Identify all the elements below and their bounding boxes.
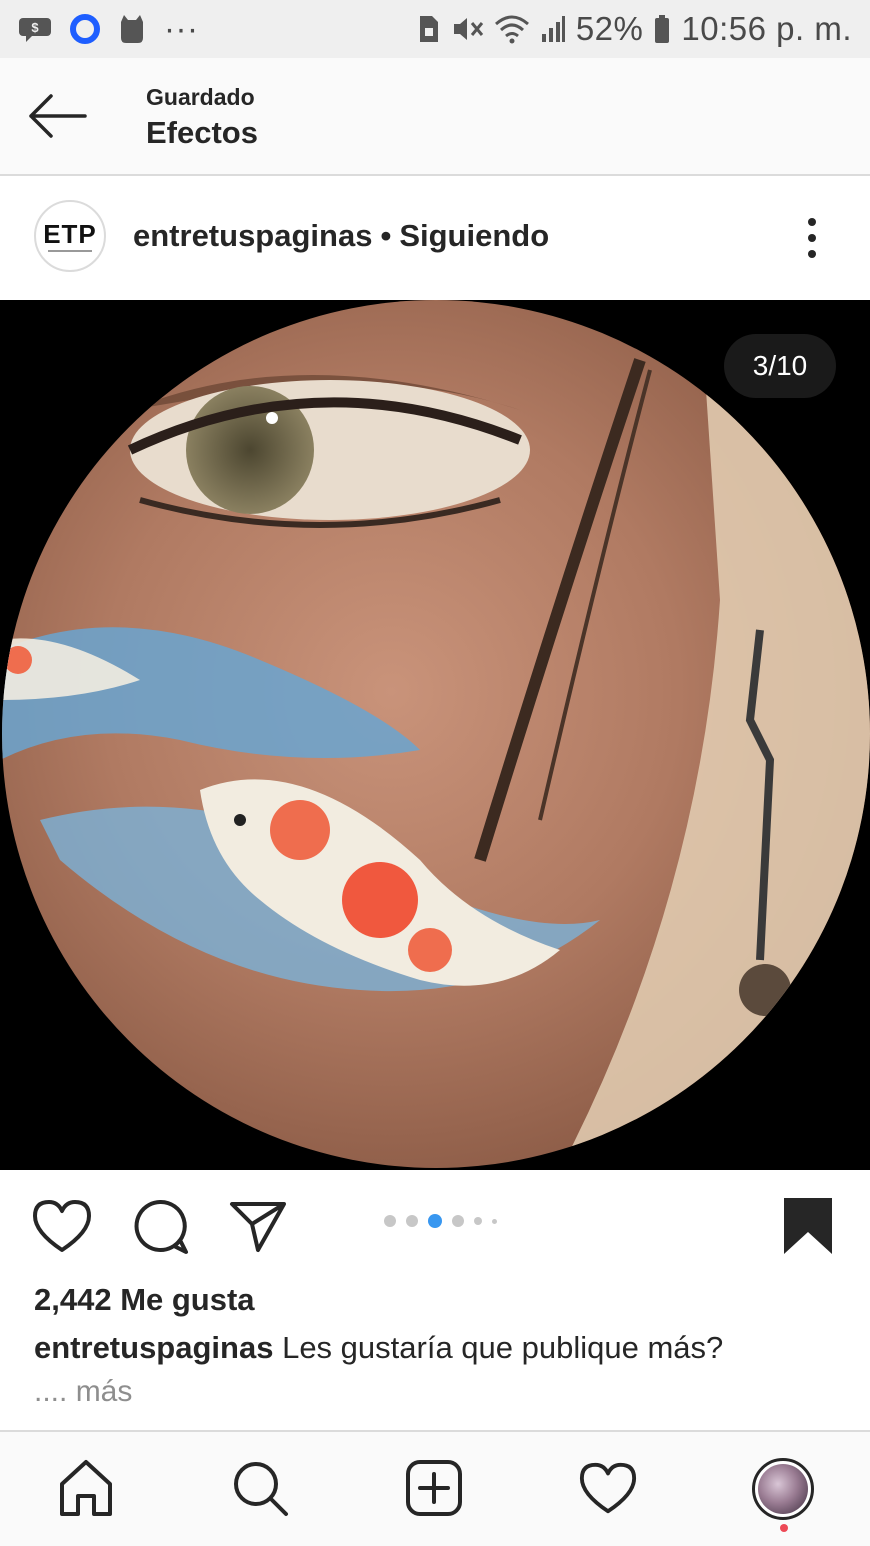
svg-text:$: $	[31, 20, 39, 35]
more-indicator: ···	[164, 10, 199, 47]
post-avatar[interactable]: ETP	[34, 200, 106, 272]
nav-add[interactable]	[402, 1456, 466, 1520]
nav-home[interactable]	[54, 1456, 118, 1520]
nav-profile-avatar[interactable]	[752, 1458, 814, 1520]
nav-activity[interactable]	[576, 1456, 640, 1520]
notification-dot	[780, 1524, 788, 1532]
heart-icon	[33, 1200, 91, 1252]
caption: entretuspaginas Les gustaría que publiqu…	[34, 1330, 723, 1366]
carousel-dots	[384, 1214, 497, 1228]
battery-percent: 52%	[575, 10, 644, 47]
more-prefix: ....	[34, 1375, 68, 1408]
post-username[interactable]: entretuspaginas	[133, 218, 372, 254]
wifi-icon	[494, 14, 530, 44]
more-dot-icon	[808, 234, 816, 242]
caption-username[interactable]: entretuspaginas	[34, 1330, 273, 1365]
heart-icon	[579, 1462, 637, 1514]
face-painting-image	[0, 300, 870, 1170]
carousel-dot	[452, 1215, 464, 1227]
message-icon: $	[18, 16, 52, 42]
more-link[interactable]: .... más	[34, 1375, 132, 1409]
post-header: ETP entretuspaginas • Siguiendo	[0, 176, 870, 300]
home-icon	[60, 1460, 112, 1516]
carousel-dot	[384, 1215, 396, 1227]
action-bar	[0, 1170, 870, 1280]
page-title: Efectos	[146, 115, 258, 150]
battery-icon	[653, 14, 671, 44]
separator-dot: •	[380, 218, 392, 253]
carousel-dot	[492, 1218, 497, 1224]
header-subtitle: Guardado	[146, 84, 255, 110]
paper-plane-icon	[230, 1202, 286, 1252]
sim-lock-icon	[418, 14, 440, 44]
caption-text: Les gustaría que publique más?	[282, 1330, 724, 1365]
status-left: $ ···	[18, 10, 198, 48]
likes-count[interactable]: 2,442 Me gusta	[34, 1282, 255, 1318]
carousel-counter: 3/10	[724, 334, 836, 398]
like-button[interactable]	[30, 1196, 94, 1256]
status-right: 52% 10:56 p. m.	[418, 10, 852, 48]
cat-app-icon	[118, 14, 146, 44]
more-dot-icon	[808, 218, 816, 226]
add-icon	[406, 1460, 462, 1516]
nav-search[interactable]	[228, 1456, 292, 1520]
carousel-dot	[474, 1217, 482, 1225]
follow-status[interactable]: Siguiendo	[399, 218, 549, 254]
back-arrow-icon	[29, 94, 87, 138]
signal-icon	[540, 14, 566, 44]
status-bar: $ ··· 52% 10:56 p. m.	[0, 0, 870, 58]
mute-icon	[450, 14, 484, 44]
post-user-line[interactable]: entretuspaginas • Siguiendo	[133, 218, 549, 254]
avatar-logo-underline	[48, 249, 92, 252]
more-dot-icon	[808, 250, 816, 258]
more-options-button[interactable]	[796, 214, 828, 262]
search-icon	[234, 1462, 288, 1516]
share-button[interactable]	[226, 1196, 290, 1256]
avatar	[758, 1464, 808, 1514]
carousel-dot	[406, 1215, 418, 1227]
header-titles: Guardado Efectos	[146, 84, 258, 151]
bookmark-filled-icon	[784, 1198, 832, 1254]
bottom-nav	[0, 1430, 870, 1546]
post-image[interactable]: 3/10	[0, 300, 870, 1170]
carousel-dot-active	[428, 1214, 442, 1228]
save-button[interactable]	[776, 1196, 840, 1256]
back-button[interactable]	[24, 88, 90, 144]
more-label[interactable]: más	[76, 1375, 133, 1408]
comment-button[interactable]	[128, 1196, 192, 1256]
app-header: Guardado Efectos	[0, 58, 870, 176]
circle-app-icon	[70, 14, 100, 44]
clock: 10:56 p. m.	[681, 10, 852, 47]
avatar-logo-text: ETP	[43, 218, 97, 249]
comment-icon	[134, 1199, 188, 1254]
